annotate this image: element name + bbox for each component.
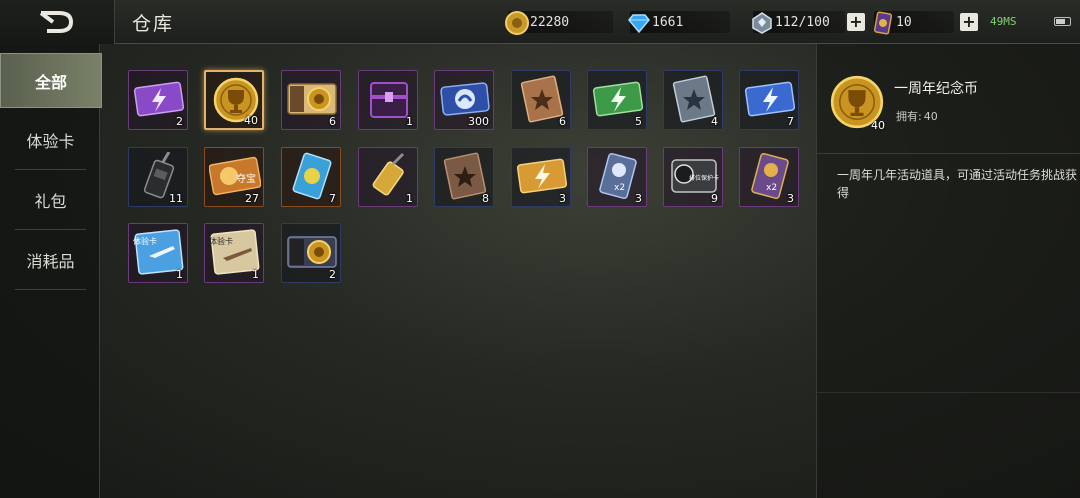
item-detail-panel: 40 一周年纪念币 拥有: 40 一周年几年活动道具，可通过活动任务挑战获得 — [816, 44, 1080, 498]
item-slot[interactable]: 3 — [511, 147, 571, 207]
battery-icon — [1054, 17, 1071, 26]
page-title: 仓库 — [132, 13, 175, 35]
item-slot[interactable]: 2 — [281, 223, 341, 283]
item-label: 体验卡 — [133, 236, 157, 246]
item-qty: 2 — [329, 268, 336, 281]
item-slot[interactable]: 1 — [358, 70, 418, 130]
tab-consumables[interactable]: 消耗品 — [15, 231, 86, 290]
tab-gift-pack[interactable]: 礼包 — [15, 171, 86, 230]
item-slot[interactable]: 7 — [281, 147, 341, 207]
crystal-counter: 112/100 + — [752, 10, 865, 34]
item-slot[interactable]: 体验卡 1 — [128, 223, 188, 283]
item-slot[interactable]: 11 — [128, 147, 188, 207]
card-counter: 10 + — [873, 10, 978, 35]
top-bar: 仓库 22280 1661 112/100 + 10 + 49MS — [0, 0, 1080, 44]
item-slot[interactable]: 2 — [128, 70, 188, 130]
item-qty: 3 — [787, 192, 794, 205]
item-grid: 2 40 6 1 300 6 5 4 7 11 夺宝 27 7 1 8 3 x2… — [128, 70, 808, 290]
divider — [817, 392, 1080, 393]
item-slot[interactable]: 4 — [663, 70, 723, 130]
item-slot[interactable]: 8 — [434, 147, 494, 207]
item-qty: 7 — [329, 192, 336, 205]
diamond-counter: 1661 — [628, 10, 730, 34]
item-slot-selected[interactable]: 40 — [204, 70, 264, 130]
detail-header: 40 一周年纪念币 拥有: 40 — [817, 44, 1080, 154]
item-slot[interactable]: 1 — [358, 147, 418, 207]
item-qty: 27 — [245, 192, 259, 205]
item-label: x2 — [766, 183, 777, 193]
item-slot[interactable]: x2 3 — [587, 147, 647, 207]
item-qty: 3 — [635, 192, 642, 205]
item-qty: 5 — [635, 115, 642, 128]
gold-value: 22280 — [530, 14, 570, 30]
card-value: 10 — [896, 14, 912, 30]
gold-counter: 22280 — [505, 10, 613, 35]
card-icon — [873, 11, 893, 35]
detail-owned: 拥有: 40 — [894, 108, 938, 124]
crystal-icon — [752, 12, 772, 34]
item-label: x2 — [614, 183, 625, 193]
item-slot[interactable]: 6 — [281, 70, 341, 130]
item-qty: 1 — [406, 192, 413, 205]
owned-value: 40 — [923, 110, 938, 123]
item-slot[interactable]: 300 — [434, 70, 494, 130]
item-qty: 1 — [406, 115, 413, 128]
item-slot[interactable]: 夺宝 27 — [204, 147, 264, 207]
back-button[interactable] — [0, 0, 115, 44]
item-qty: 8 — [482, 192, 489, 205]
detail-description: 一周年几年活动道具，可通过活动任务挑战获得 — [837, 168, 1078, 200]
owned-label: 拥有: — [896, 110, 922, 123]
item-slot[interactable]: 7 — [739, 70, 799, 130]
item-qty: 11 — [169, 192, 183, 205]
gold-coin-icon — [505, 11, 529, 35]
item-qty: 1 — [252, 268, 259, 281]
item-label: 排位保护卡 — [689, 174, 719, 182]
item-slot[interactable]: 排位保护卡 9 — [663, 147, 723, 207]
detail-item-qty: 40 — [871, 119, 885, 132]
item-label: 夺宝 — [236, 172, 256, 185]
item-qty: 1 — [176, 268, 183, 281]
crystal-value: 112/100 — [775, 14, 830, 30]
item-qty: 3 — [559, 192, 566, 205]
item-label: 体验卡 — [209, 236, 233, 246]
item-qty: 7 — [787, 115, 794, 128]
tab-all[interactable]: 全部 — [0, 53, 102, 108]
item-qty: 9 — [711, 192, 718, 205]
diamond-value: 1661 — [652, 14, 684, 30]
detail-item-name: 一周年纪念币 — [894, 81, 978, 97]
add-crystal-button[interactable]: + — [847, 13, 865, 31]
item-slot[interactable]: x2 3 — [739, 147, 799, 207]
item-qty: 2 — [176, 115, 183, 128]
item-qty: 6 — [329, 115, 336, 128]
item-qty: 40 — [244, 114, 258, 127]
item-slot[interactable]: 6 — [511, 70, 571, 130]
category-sidebar: 全部 体验卡 礼包 消耗品 — [0, 44, 102, 498]
item-qty: 300 — [468, 115, 489, 128]
diamond-icon — [628, 14, 650, 34]
tab-trial-card[interactable]: 体验卡 — [15, 111, 86, 170]
add-card-button[interactable]: + — [960, 13, 978, 31]
item-qty: 6 — [559, 115, 566, 128]
item-slot[interactable]: 5 — [587, 70, 647, 130]
detail-item-icon: 40 — [829, 74, 885, 132]
network-latency: 49MS — [990, 15, 1017, 28]
item-qty: 4 — [711, 115, 718, 128]
back-arrow-icon — [39, 11, 74, 33]
item-slot[interactable]: 体验卡 1 — [204, 223, 264, 283]
